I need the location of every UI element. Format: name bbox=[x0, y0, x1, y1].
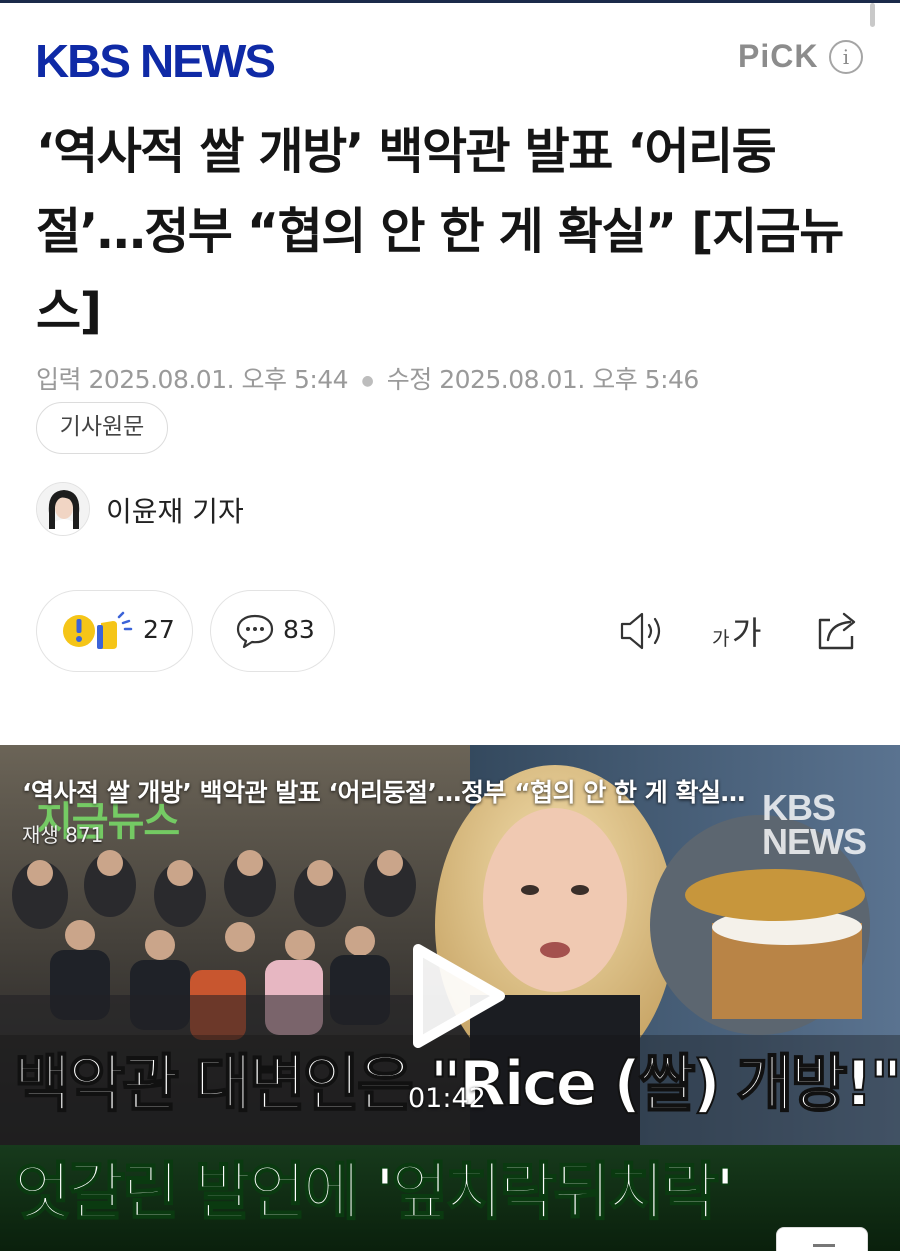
font-size-large-glyph: 가 bbox=[732, 614, 762, 652]
menu-bar-icon bbox=[813, 1244, 835, 1247]
input-time: 2025.08.01. 오후 5:44 bbox=[88, 365, 349, 394]
site-header: KBS NEWS PiCK i bbox=[0, 30, 900, 90]
reaction-emoji-icon bbox=[63, 611, 133, 649]
scrollbar-thumb[interactable] bbox=[870, 3, 875, 27]
speaker-icon bbox=[620, 612, 661, 650]
video-caption-line2: 엇갈린 발언에 '엎치락뒤치락' bbox=[13, 1154, 736, 1229]
input-label: 입력 bbox=[36, 365, 82, 394]
watermark-line2: NEWS bbox=[762, 821, 867, 862]
reaction-button[interactable]: 27 bbox=[36, 590, 193, 672]
font-size-button[interactable]: 가 가 bbox=[712, 606, 768, 656]
edit-label: 수정 bbox=[386, 365, 433, 394]
edit-time: 2025.08.01. 오후 5:46 bbox=[439, 365, 699, 394]
pick-label[interactable]: PiCK bbox=[738, 38, 818, 75]
original-article-button[interactable]: 기사원문 bbox=[36, 402, 168, 454]
video-player[interactable]: 지금뉴스 KBS NEWS ‘역사적 쌀 개방’ 백악관 발표 ‘어리둥절’…정… bbox=[0, 745, 900, 1251]
article-timestamps: 입력 2025.08.01. 오후 5:44 ● 수정 2025.08.01. … bbox=[36, 360, 699, 396]
video-view-count: 재생 871 bbox=[22, 823, 104, 847]
floating-menu-button[interactable] bbox=[776, 1227, 868, 1251]
info-icon[interactable]: i bbox=[829, 40, 863, 74]
video-duration: 01:42 bbox=[408, 1083, 486, 1114]
play-icon[interactable] bbox=[404, 941, 508, 1051]
kbs-news-logo[interactable]: KBS NEWS bbox=[35, 34, 276, 88]
meta-separator: ● bbox=[361, 373, 374, 389]
comment-bubble-icon bbox=[236, 614, 274, 649]
reporter-avatar[interactable] bbox=[36, 482, 90, 536]
share-icon bbox=[818, 612, 856, 650]
comment-count: 83 bbox=[283, 615, 315, 644]
video-title: ‘역사적 쌀 개방’ 백악관 발표 ‘어리둥절’…정부 “협의 안 한 게 확실… bbox=[22, 778, 745, 807]
reaction-count: 27 bbox=[143, 615, 175, 644]
article-title: ‘역사적 쌀 개방’ 백악관 발표 ‘어리둥절’…정부 “협의 안 한 게 확실… bbox=[36, 123, 844, 340]
share-button[interactable] bbox=[812, 606, 862, 656]
text-to-speech-button[interactable] bbox=[618, 606, 666, 656]
font-size-small-glyph: 가 bbox=[712, 628, 730, 650]
reporter-name[interactable]: 이윤재 기자 bbox=[106, 490, 244, 530]
comment-button[interactable]: 83 bbox=[210, 590, 335, 672]
top-accent-line bbox=[0, 0, 900, 3]
